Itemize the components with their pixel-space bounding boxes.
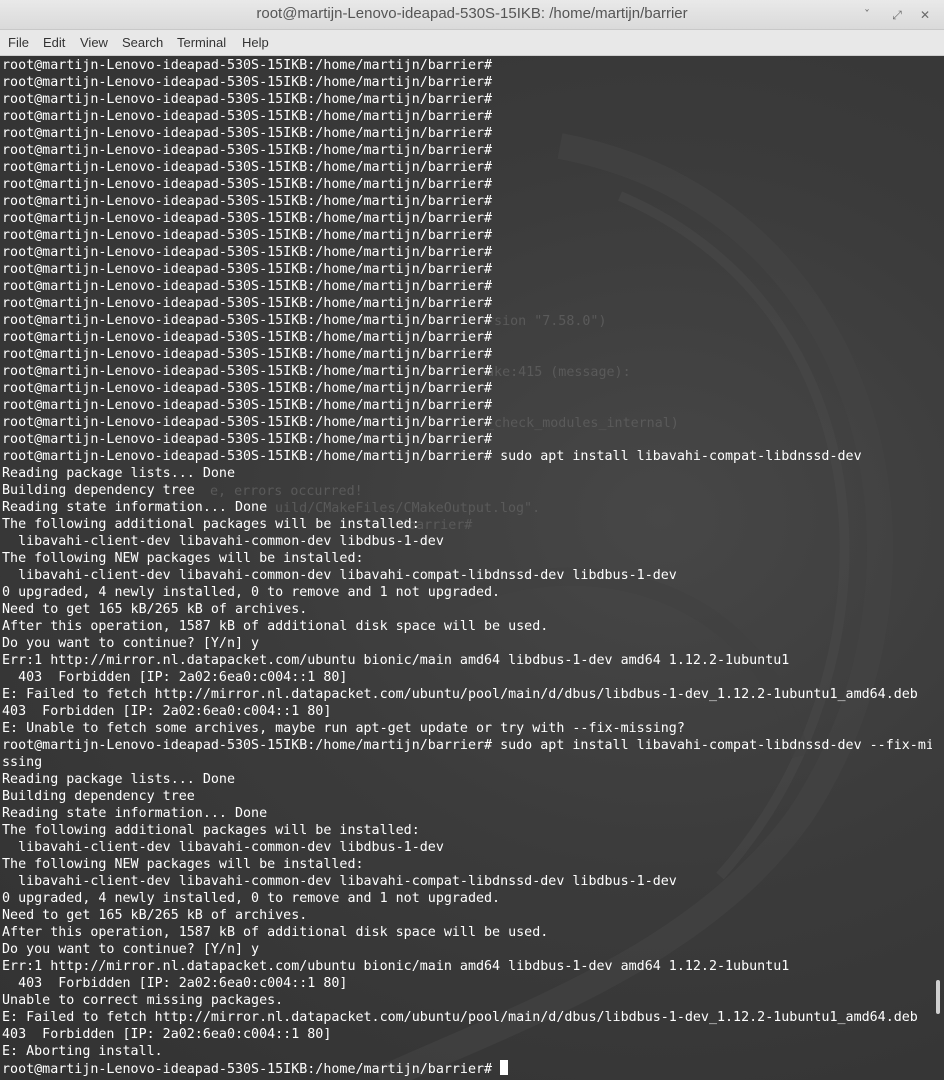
terminal-line: libavahi-client-dev libavahi-common-dev … xyxy=(2,840,444,855)
terminal-line: root@martijn-Lenovo-ideapad-530S-15IKB:/… xyxy=(2,347,493,362)
terminal-line: Reading package lists... Done xyxy=(2,466,235,481)
terminal-line: root@martijn-Lenovo-ideapad-530S-15IKB:/… xyxy=(2,313,493,328)
terminal-line: root@martijn-Lenovo-ideapad-530S-15IKB:/… xyxy=(2,279,493,294)
terminal-prompt: root@martijn-Lenovo-ideapad-530S-15IKB:/… xyxy=(2,1062,501,1077)
terminal-line: Do you want to continue? [Y/n] y xyxy=(2,942,260,957)
terminal-line: root@martijn-Lenovo-ideapad-530S-15IKB:/… xyxy=(2,738,932,753)
maximize-icon[interactable]: ⤢ xyxy=(886,4,908,26)
terminal-line: root@martijn-Lenovo-ideapad-530S-15IKB:/… xyxy=(2,177,493,192)
terminal-line: root@martijn-Lenovo-ideapad-530S-15IKB:/… xyxy=(2,449,862,464)
terminal-line: The following NEW packages will be insta… xyxy=(2,857,364,872)
terminal-line: E: Unable to fetch some archives, maybe … xyxy=(2,721,685,736)
terminal-line: 403 Forbidden [IP: 2a02:6ea0:c004::1 80] xyxy=(2,704,332,719)
text-cursor xyxy=(500,1060,509,1075)
terminal-line: Unable to correct missing packages. xyxy=(2,993,284,1008)
terminal-prompt-line[interactable]: root@martijn-Lenovo-ideapad-530S-15IKB:/… xyxy=(2,1060,932,1077)
terminal-line: Need to get 165 kB/265 kB of archives. xyxy=(2,602,308,617)
terminal-line: root@martijn-Lenovo-ideapad-530S-15IKB:/… xyxy=(2,398,493,413)
window-title: root@martijn-Lenovo-ideapad-530S-15IKB: … xyxy=(256,5,688,22)
terminal-line: Reading package lists... Done xyxy=(2,772,235,787)
terminal-line: Building dependency tree xyxy=(2,483,195,498)
terminal-line: E: Aborting install. xyxy=(2,1044,163,1059)
menu-file[interactable]: File xyxy=(8,35,29,50)
terminal-line: root@martijn-Lenovo-ideapad-530S-15IKB:/… xyxy=(2,364,493,379)
terminal-line: After this operation, 1587 kB of additio… xyxy=(2,925,549,940)
terminal-line: libavahi-client-dev libavahi-common-dev … xyxy=(2,534,444,549)
terminal-line: Building dependency tree xyxy=(2,789,195,804)
terminal-line: Reading state information... Done xyxy=(2,500,268,515)
terminal-line: E: Failed to fetch http://mirror.nl.data… xyxy=(2,1010,918,1025)
close-icon[interactable]: ✕ xyxy=(914,4,936,26)
menu-bar: File Edit View Search Terminal Help xyxy=(0,30,944,56)
terminal-line: root@martijn-Lenovo-ideapad-530S-15IKB:/… xyxy=(2,381,493,396)
terminal-line: 403 Forbidden [IP: 2a02:6ea0:c004::1 80] xyxy=(2,670,348,685)
terminal-line: Err:1 http://mirror.nl.datapacket.com/ub… xyxy=(2,653,790,668)
terminal-line: root@martijn-Lenovo-ideapad-530S-15IKB:/… xyxy=(2,296,493,311)
title-bar[interactable]: root@martijn-Lenovo-ideapad-530S-15IKB: … xyxy=(0,0,944,30)
terminal-line: root@martijn-Lenovo-ideapad-530S-15IKB:/… xyxy=(2,330,493,345)
minimize-icon[interactable]: ˇ xyxy=(856,4,878,26)
terminal-line: The following additional packages will b… xyxy=(2,823,420,838)
terminal-line: root@martijn-Lenovo-ideapad-530S-15IKB:/… xyxy=(2,75,493,90)
terminal-area[interactable]: rsion "7.58.0") ake:415 (message): _chec… xyxy=(0,56,944,1080)
terminal-line: root@martijn-Lenovo-ideapad-530S-15IKB:/… xyxy=(2,432,493,447)
terminal-line: root@martijn-Lenovo-ideapad-530S-15IKB:/… xyxy=(2,245,493,260)
terminal-line: libavahi-client-dev libavahi-common-dev … xyxy=(2,568,677,583)
terminal-line: Need to get 165 kB/265 kB of archives. xyxy=(2,908,308,923)
scrollbar-thumb[interactable] xyxy=(936,980,940,1014)
terminal-line: root@martijn-Lenovo-ideapad-530S-15IKB:/… xyxy=(2,160,493,175)
terminal-scrollbar[interactable] xyxy=(934,56,942,1080)
terminal-line: root@martijn-Lenovo-ideapad-530S-15IKB:/… xyxy=(2,92,493,107)
terminal-line: root@martijn-Lenovo-ideapad-530S-15IKB:/… xyxy=(2,228,493,243)
terminal-line: The following NEW packages will be insta… xyxy=(2,551,364,566)
terminal-line: The following additional packages will b… xyxy=(2,517,420,532)
terminal-line: ssing xyxy=(2,755,43,770)
terminal-line: Do you want to continue? [Y/n] y xyxy=(2,636,260,651)
terminal-line: root@martijn-Lenovo-ideapad-530S-15IKB:/… xyxy=(2,194,493,209)
menu-view[interactable]: View xyxy=(80,35,108,50)
terminal-line: root@martijn-Lenovo-ideapad-530S-15IKB:/… xyxy=(2,109,493,124)
terminal-line: root@martijn-Lenovo-ideapad-530S-15IKB:/… xyxy=(2,126,493,141)
terminal-line: root@martijn-Lenovo-ideapad-530S-15IKB:/… xyxy=(2,262,493,277)
terminal-line: Reading state information... Done xyxy=(2,806,268,821)
terminal-window: root@martijn-Lenovo-ideapad-530S-15IKB: … xyxy=(0,0,944,1080)
menu-edit[interactable]: Edit xyxy=(43,35,65,50)
terminal-line: libavahi-client-dev libavahi-common-dev … xyxy=(2,874,677,889)
terminal-line: 403 Forbidden [IP: 2a02:6ea0:c004::1 80] xyxy=(2,976,348,991)
menu-terminal[interactable]: Terminal xyxy=(177,35,226,50)
terminal-line: root@martijn-Lenovo-ideapad-530S-15IKB:/… xyxy=(2,211,493,226)
terminal-line: E: Failed to fetch http://mirror.nl.data… xyxy=(2,687,918,702)
terminal-line: Err:1 http://mirror.nl.datapacket.com/ub… xyxy=(2,959,790,974)
terminal-line: 0 upgraded, 4 newly installed, 0 to remo… xyxy=(2,891,501,906)
menu-search[interactable]: Search xyxy=(122,35,163,50)
menu-help[interactable]: Help xyxy=(242,35,269,50)
terminal-output: root@martijn-Lenovo-ideapad-530S-15IKB:/… xyxy=(2,57,932,1077)
terminal-line: 0 upgraded, 4 newly installed, 0 to remo… xyxy=(2,585,501,600)
terminal-line: root@martijn-Lenovo-ideapad-530S-15IKB:/… xyxy=(2,415,493,430)
terminal-line: root@martijn-Lenovo-ideapad-530S-15IKB:/… xyxy=(2,58,493,73)
terminal-line: root@martijn-Lenovo-ideapad-530S-15IKB:/… xyxy=(2,143,493,158)
terminal-line: After this operation, 1587 kB of additio… xyxy=(2,619,549,634)
terminal-line: 403 Forbidden [IP: 2a02:6ea0:c004::1 80] xyxy=(2,1027,332,1042)
